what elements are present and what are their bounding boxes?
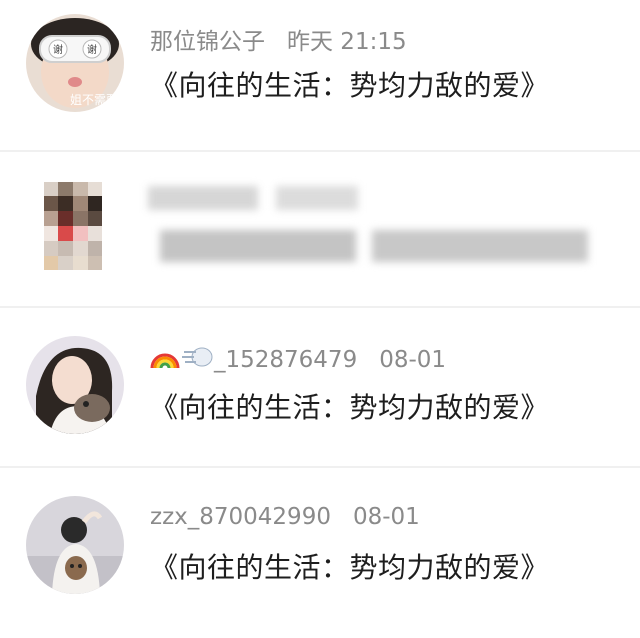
- rainbow-icon: [150, 344, 180, 376]
- timestamp: 08-01: [379, 347, 447, 373]
- avatar-image: 谢 谢 姐不需要: [26, 14, 124, 112]
- comment-item[interactable]: _152876479 08-01 《向往的生活：势均力敌的爱》: [0, 322, 640, 462]
- svg-text:谢: 谢: [53, 43, 63, 56]
- username[interactable]: _152876479: [150, 347, 357, 373]
- timestamp: 08-01: [352, 504, 420, 530]
- divider: [0, 466, 640, 468]
- avatar[interactable]: [26, 336, 124, 434]
- comment-text: 《向往的生活：势均力敌的爱》: [150, 391, 550, 424]
- username[interactable]: zzx_870042990: [150, 504, 331, 530]
- comment-text: 《向往的生活：势均力敌的爱》: [150, 551, 550, 584]
- comment-item[interactable]: 谢 谢 姐不需要 那位锦公子 昨天 21:15 《向往的生活：势均力敌的爱》: [0, 0, 640, 140]
- comment-meta: zzx_870042990 08-01: [150, 504, 420, 530]
- avatar[interactable]: 谢 谢 姐不需要: [26, 14, 124, 112]
- username[interactable]: 那位锦公子: [150, 29, 265, 55]
- divider: [0, 306, 640, 308]
- comment-item[interactable]: zzx_870042990 08-01 《向往的生活：势均力敌的爱》: [0, 482, 640, 622]
- avatar-image: [26, 496, 124, 594]
- comment-list: 谢 谢 姐不需要 那位锦公子 昨天 21:15 《向往的生活：势均力敌的爱》 _…: [0, 0, 640, 638]
- comment-meta: _152876479 08-01: [150, 344, 446, 376]
- avatar-image: [26, 336, 124, 434]
- comment-text: 《向往的生活：势均力敌的爱》: [150, 69, 550, 102]
- comment-meta: 那位锦公子 昨天 21:15: [150, 22, 407, 56]
- avatar-image-pixelated: [44, 182, 102, 270]
- avatar[interactable]: [44, 182, 102, 270]
- timestamp: 昨天 21:15: [287, 29, 407, 55]
- svg-text:谢: 谢: [87, 43, 97, 56]
- comment-item-blurred[interactable]: [0, 164, 640, 304]
- avatar[interactable]: [26, 496, 124, 594]
- wind-icon: [182, 344, 214, 376]
- divider: [0, 150, 640, 152]
- svg-text:姐不需要: 姐不需要: [70, 93, 118, 107]
